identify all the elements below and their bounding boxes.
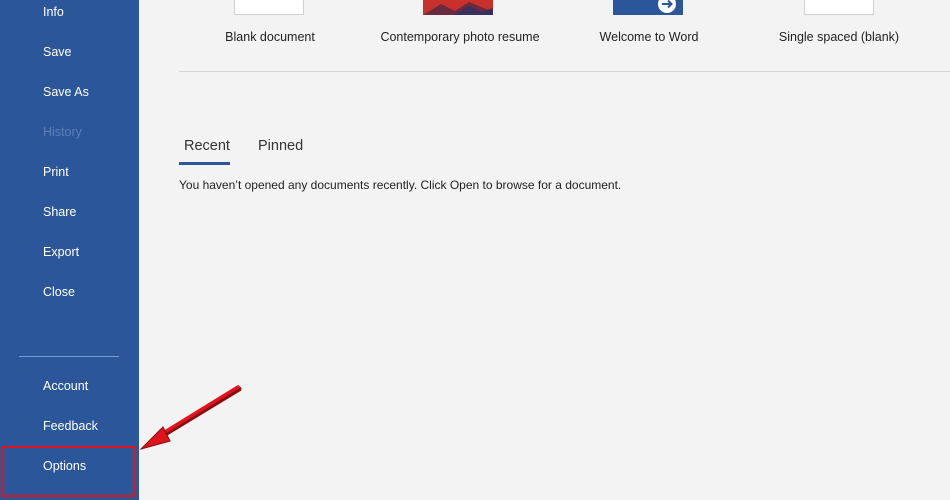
sidebar-item-account[interactable]: Account [43,379,88,393]
recent-empty-message: You haven’t opened any documents recentl… [179,178,622,192]
backstage-sidebar: Info Save Save As History Print Share Ex… [0,0,139,500]
template-welcome-to-word[interactable] [613,0,683,15]
sidebar-item-export[interactable]: Export [43,245,79,259]
active-tab-indicator [179,162,230,165]
template-contemporary-photo-resume-label[interactable]: Contemporary photo resume [380,30,539,44]
template-single-spaced-blank[interactable] [804,0,874,15]
sidebar-item-info[interactable]: Info [43,5,64,19]
template-welcome-to-word-label[interactable]: Welcome to Word [600,30,699,44]
welcome-arrow-thumbnail-icon [613,0,683,15]
sidebar-item-history: History [43,125,82,139]
sidebar-item-print[interactable]: Print [43,165,69,179]
options-highlight-box [2,446,136,497]
template-contemporary-photo-resume[interactable] [423,0,493,15]
blank-page-thumbnail-icon [235,0,303,14]
template-blank-document-label[interactable]: Blank document [225,30,315,44]
sidebar-item-save[interactable]: Save [43,45,72,59]
section-divider [179,71,950,72]
tab-pinned[interactable]: Pinned [258,138,303,154]
word-backstage-view: Info Save Save As History Print Share Ex… [0,0,950,500]
tab-recent[interactable]: Recent [184,138,230,154]
blank-page-thumbnail-icon [805,0,873,14]
sidebar-divider [19,356,119,357]
template-blank-document[interactable] [234,0,304,15]
sidebar-item-feedback[interactable]: Feedback [43,419,98,433]
sidebar-item-share[interactable]: Share [43,205,76,219]
sidebar-item-save-as[interactable]: Save As [43,85,89,99]
sidebar-item-close[interactable]: Close [43,285,75,299]
template-single-spaced-blank-label[interactable]: Single spaced (blank) [779,30,899,44]
backstage-main: Blank document Contemporary photo resume… [139,0,950,500]
photo-resume-thumbnail-icon [423,0,493,15]
